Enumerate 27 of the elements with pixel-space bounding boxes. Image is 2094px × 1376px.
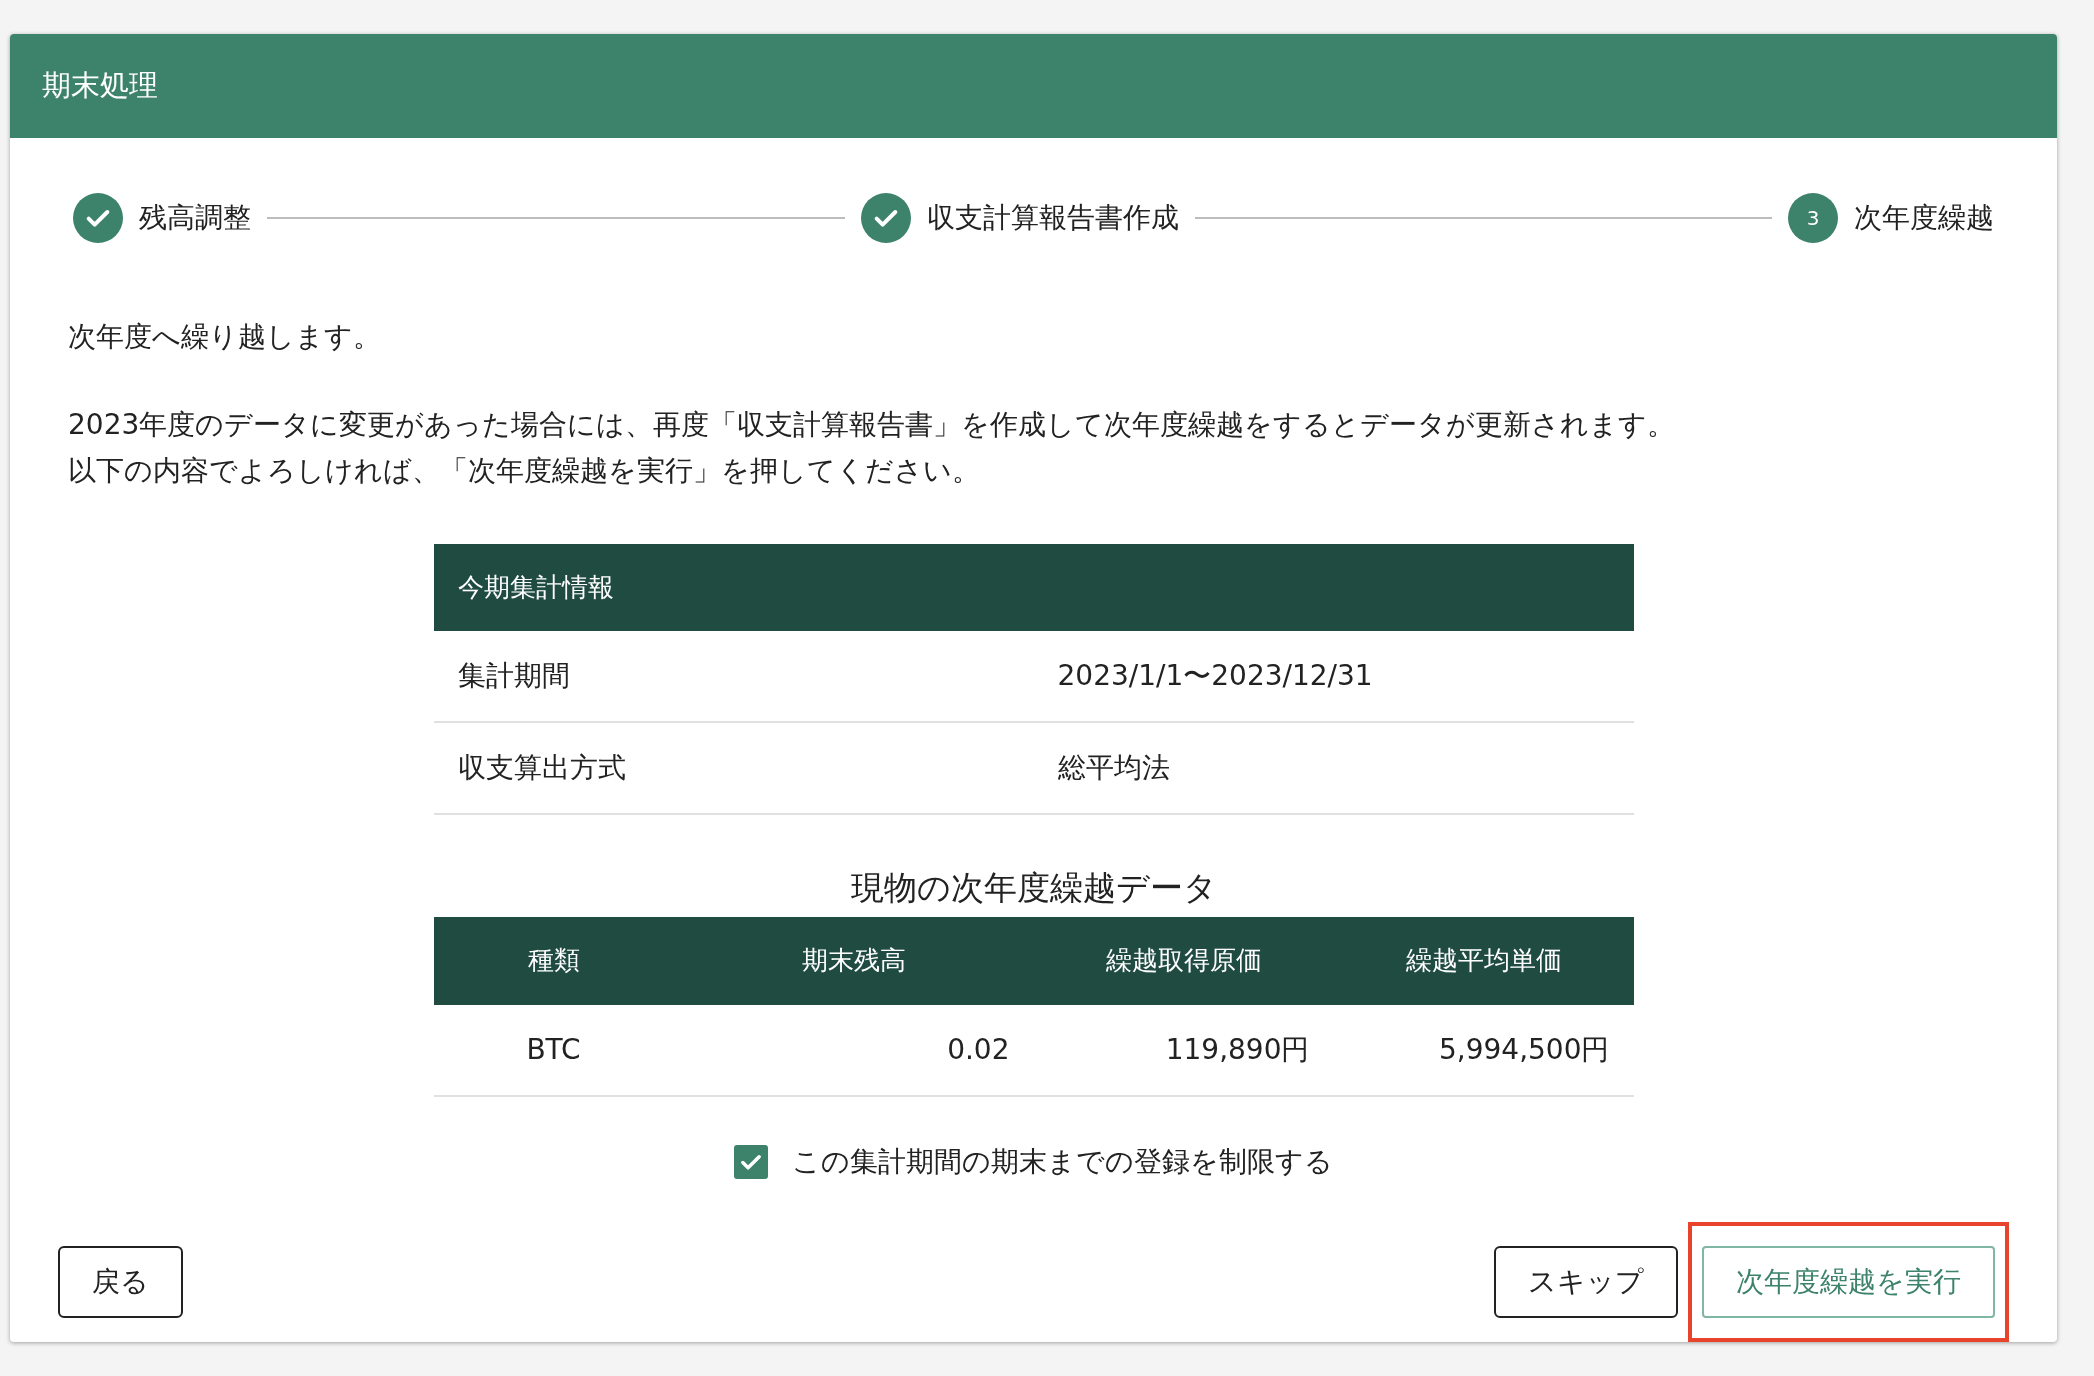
dialog-title: 期末処理 xyxy=(42,67,158,105)
column-header: 種類 xyxy=(526,944,581,977)
note-text: 2023年度のデータに変更があった場合には、再度「収支計算報告書」を作成して次年度繰越をするとデータが更新されます。 xyxy=(68,407,1677,443)
step-label: 次年度繰越 xyxy=(1854,200,1994,236)
table-cell-text: BTC xyxy=(525,1031,582,1068)
table-cell-text: 集計期間 xyxy=(457,658,571,694)
checkbox-label: この集計期間の期末までの登録を制限する xyxy=(792,1143,1333,1180)
checkbox[interactable] xyxy=(734,1144,768,1179)
step-label: 収支計算報告書作成 xyxy=(926,200,1179,236)
action-button[interactable]: 戻る xyxy=(58,1246,183,1318)
table-cell-text: 5,994,500円 xyxy=(1438,1031,1611,1068)
table-cell-text: 0.02 xyxy=(946,1031,1011,1068)
note-text: 以下の内容でよろしければ、「次年度繰越を実行」を押してください。 xyxy=(68,453,981,489)
intro-text: 次年度へ繰り越します。 xyxy=(68,319,382,355)
section-title: 現物の次年度繰越データ xyxy=(849,867,1218,909)
table-title: 今期集計情報 xyxy=(457,571,614,604)
step-label: 残高調整 xyxy=(139,200,251,236)
table-cell-text: 総平均法 xyxy=(1057,750,1170,786)
table-cell-text: 収支算出方式 xyxy=(457,750,627,786)
step-number-badge: 3 xyxy=(1788,193,1838,243)
table-cell-text: 119,890円 xyxy=(1164,1031,1311,1068)
execute-button[interactable]: 次年度繰越を実行 xyxy=(1702,1246,1995,1318)
column-header: 繰越平均単価 xyxy=(1404,944,1563,977)
table-cell-text: 2023/1/1〜2023/12/31 xyxy=(1057,658,1373,694)
column-header: 繰越取得原価 xyxy=(1104,944,1263,977)
action-button[interactable]: スキップ xyxy=(1494,1246,1678,1318)
column-header: 期末残高 xyxy=(800,944,907,977)
